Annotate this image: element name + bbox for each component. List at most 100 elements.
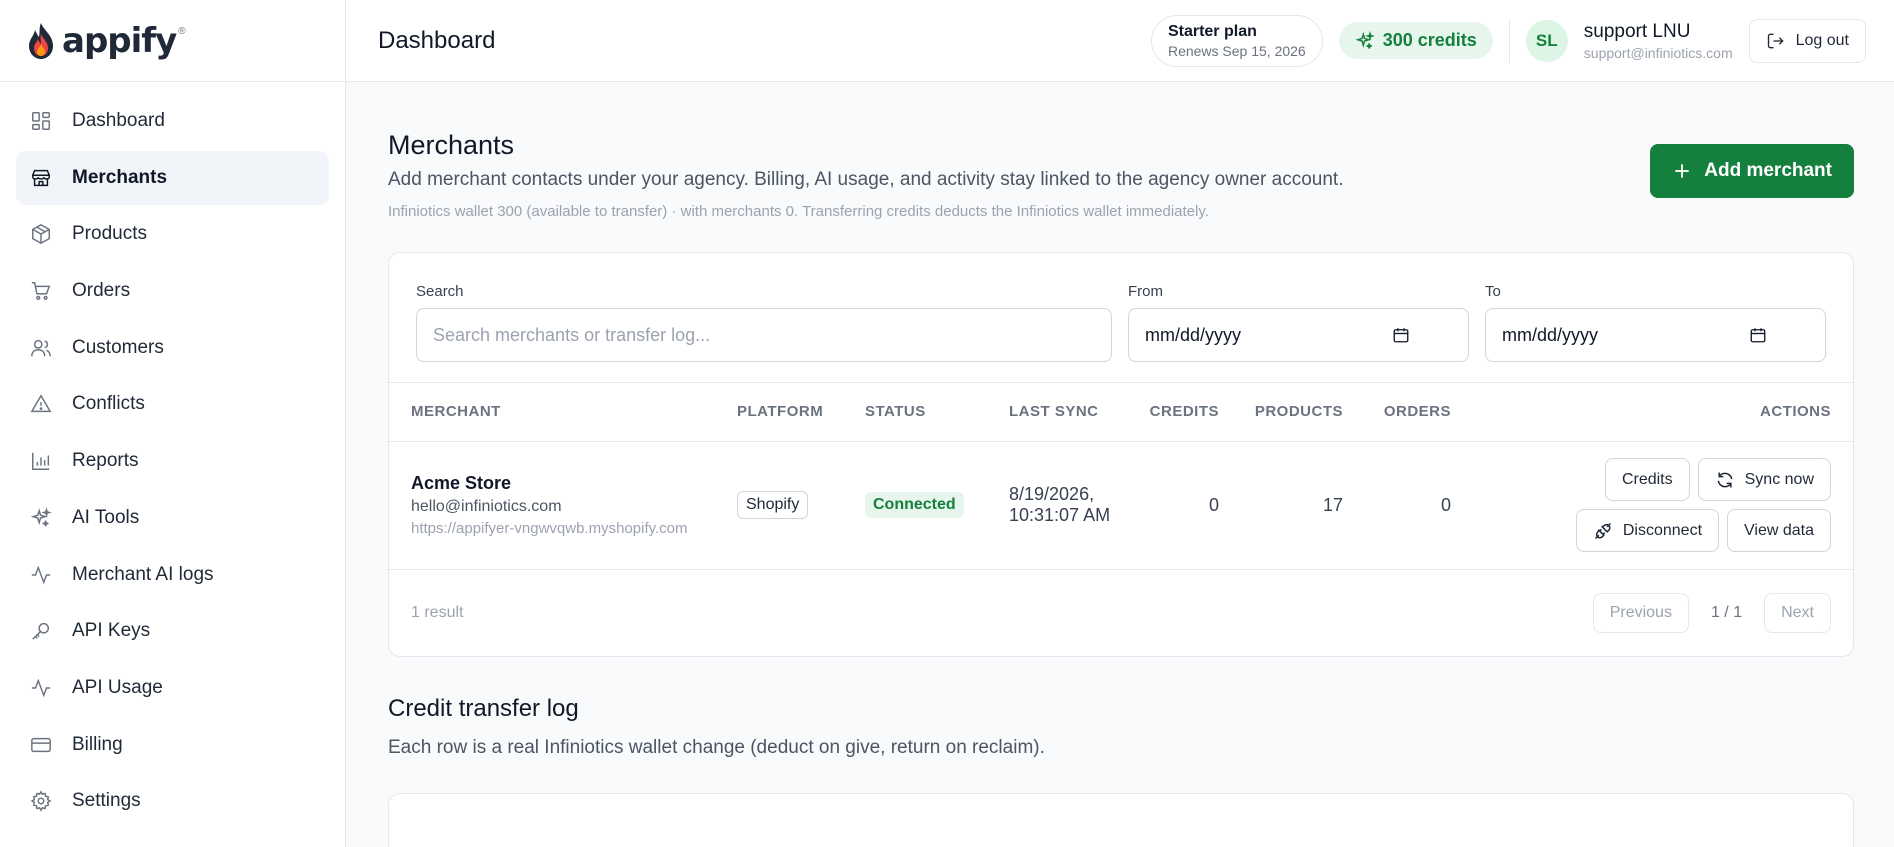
table-footer: 1 result Previous 1 / 1 Next (389, 570, 1853, 656)
orders-cell: 0 (1343, 441, 1451, 570)
sidebar-item-settings[interactable]: Settings (16, 774, 329, 828)
brand-reg: ® (178, 26, 186, 37)
user-name: support LNU (1583, 20, 1691, 42)
calendar-icon[interactable] (1749, 326, 1767, 344)
top-header: Dashboard Starter plan Renews Sep 15, 20… (346, 0, 1894, 82)
to-label: To (1485, 283, 1501, 300)
col-credits[interactable]: CREDITS (1137, 383, 1219, 442)
avatar[interactable]: SL (1525, 19, 1568, 62)
sidebar-item-reports[interactable]: Reports (16, 434, 329, 488)
last-sync-date: 8/19/2026, (1009, 484, 1095, 504)
merchant-email: hello@infiniotics.com (411, 498, 562, 515)
refresh-icon (1717, 472, 1733, 487)
user-email: support@infiniotics.com (1583, 44, 1733, 61)
credits-cell: 0 (1137, 441, 1219, 570)
from-date-value: mm/dd/yyyy (1145, 324, 1242, 345)
platform-cell: Shopify (737, 441, 865, 570)
sidebar-item-label: Dashboard (72, 110, 165, 131)
status-cell: Connected (865, 441, 1009, 570)
col-products[interactable]: PRODUCTS (1219, 383, 1343, 442)
search-input[interactable]: Search merchants or transfer log... (416, 308, 1112, 362)
row-actions: Credits Sync now Disconnect View data (1451, 458, 1831, 552)
last-sync-cell: 8/19/2026, 10:31:07 AM (1009, 441, 1137, 570)
sidebar-item-label: Orders (72, 280, 131, 302)
logo[interactable]: appify ® (0, 0, 345, 82)
sidebar-item-merchant-ai-logs[interactable]: Merchant AI logs (16, 548, 329, 602)
sync-now-label: Sync now (1744, 470, 1814, 488)
plan-name: Starter plan (1167, 22, 1257, 40)
merchants-card: Search Search merchants or transfer log.… (388, 252, 1854, 657)
sidebar-item-label: AI Tools (72, 506, 140, 528)
grid-icon (30, 110, 52, 132)
from-label: From (1128, 283, 1163, 300)
main-content: Merchants Add merchant contacts under yo… (346, 82, 1894, 847)
disconnect-label: Disconnect (1622, 521, 1703, 539)
next-button[interactable]: Next (1764, 592, 1831, 633)
sidebar-item-products[interactable]: Products (16, 207, 329, 261)
products-cell: 17 (1219, 441, 1343, 570)
logout-icon (1767, 33, 1784, 48)
sidebar-item-ai-tools[interactable]: AI Tools (16, 491, 329, 545)
sidebar-item-billing[interactable]: Billing (16, 718, 329, 772)
pagination: Previous 1 / 1 Next (1592, 592, 1831, 633)
disconnect-button[interactable]: Disconnect (1575, 509, 1720, 552)
sidebar-item-merchants[interactable]: Merchants (16, 150, 329, 205)
actions-row-top: Credits Sync now (1604, 458, 1831, 501)
plan-renewal: Renews Sep 15, 2026 (1167, 42, 1306, 59)
sidebar-item-api-usage[interactable]: API Usage (16, 661, 329, 715)
page-title: Merchants (388, 130, 515, 160)
merchant-name[interactable]: Acme Store (411, 473, 737, 494)
col-merchant[interactable]: MERCHANT (389, 383, 737, 442)
from-group: From mm/dd/yyyy (1128, 283, 1469, 362)
user-info: support LNU support@infiniotics.com (1584, 21, 1733, 61)
plus-icon (1675, 164, 1689, 178)
brand-name: appify (62, 20, 177, 61)
sidebar-item-dashboard[interactable]: Dashboard (16, 94, 329, 148)
to-date-input[interactable]: mm/dd/yyyy (1485, 308, 1826, 362)
col-orders[interactable]: ORDERS (1343, 383, 1451, 442)
page-subtitle: Add merchant contacts under your agency.… (388, 169, 1344, 190)
sidebar-item-api-keys[interactable]: API Keys (16, 604, 329, 658)
credits-badge[interactable]: 300 credits (1338, 22, 1493, 59)
merchants-table: MERCHANT PLATFORM STATUS LAST SYNC CREDI… (389, 383, 1853, 570)
bar-chart-icon (30, 450, 52, 472)
credit-card-icon (30, 734, 52, 756)
sidebar-item-label: Conflicts (72, 393, 145, 415)
credits-button[interactable]: Credits (1604, 458, 1690, 501)
platform-badge: Shopify (737, 491, 809, 519)
page-header: Merchants Add merchant contacts under yo… (388, 130, 1854, 220)
sidebar-item-customers[interactable]: Customers (16, 321, 329, 375)
sidebar-item-label: API Keys (72, 620, 151, 642)
col-platform[interactable]: PLATFORM (737, 383, 865, 442)
actions-cell: Credits Sync now Disconnect View data (1451, 441, 1853, 570)
sparkle-icon (1355, 30, 1375, 49)
to-date-value: mm/dd/yyyy (1502, 324, 1599, 345)
sidebar-item-label: Settings (72, 790, 141, 812)
sidebar-item-conflicts[interactable]: Conflicts (16, 377, 329, 431)
activity-icon (30, 677, 52, 699)
logout-button[interactable]: Log out (1748, 18, 1866, 63)
gear-icon (30, 790, 52, 812)
flame-icon (29, 22, 53, 59)
calendar-icon[interactable] (1392, 326, 1410, 344)
to-group: To mm/dd/yyyy (1485, 283, 1826, 362)
sync-now-button[interactable]: Sync now (1697, 458, 1831, 501)
credits-count: 300 credits (1382, 30, 1477, 50)
plan-badge[interactable]: Starter plan Renews Sep 15, 2026 (1150, 14, 1323, 67)
from-date-input[interactable]: mm/dd/yyyy (1128, 308, 1469, 362)
filters-bar: Search Search merchants or transfer log.… (389, 253, 1853, 383)
sparkle-icon (30, 507, 52, 529)
sidebar-item-label: Reports (72, 450, 139, 472)
status-badge: Connected (865, 492, 964, 518)
unplug-icon (1594, 522, 1611, 539)
alert-icon (30, 393, 52, 415)
view-data-button[interactable]: View data (1727, 509, 1831, 552)
box-icon (30, 223, 52, 245)
previous-button[interactable]: Previous (1592, 592, 1689, 633)
col-status[interactable]: STATUS (865, 383, 1009, 442)
header-divider (1508, 18, 1510, 63)
col-last-sync[interactable]: LAST SYNC (1009, 383, 1137, 442)
sidebar-item-orders[interactable]: Orders (16, 264, 329, 318)
merchant-url[interactable]: https://appifyer-vngwvqwb.myshopify.com (411, 520, 737, 537)
add-merchant-button[interactable]: Add merchant (1650, 144, 1854, 198)
